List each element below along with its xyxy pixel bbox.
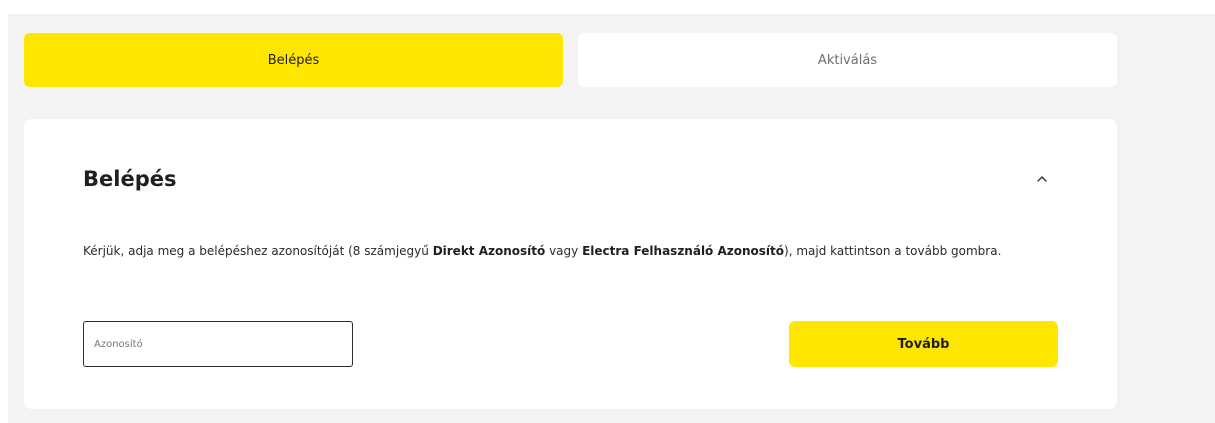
tab-login-label: Belépés <box>267 52 320 68</box>
instructions-text-1: Kérjük, adja meg a belépéshez azonosítój… <box>83 244 433 258</box>
instructions-text-3: ), majd kattintson a tovább gombra. <box>784 244 1002 258</box>
login-instructions: Kérjük, adja meg a belépéshez azonosítój… <box>83 240 1013 262</box>
tab-activation-label: Aktiválás <box>817 52 878 68</box>
instructions-electra-id: Electra Felhasználó Azonosító <box>582 244 785 258</box>
tab-activation[interactable]: Aktiválás <box>578 33 1117 87</box>
chevron-up-icon[interactable] <box>1033 171 1051 185</box>
instructions-text-2: vagy <box>545 244 583 258</box>
card-title: Belépés <box>83 167 177 191</box>
id-input[interactable] <box>84 322 352 366</box>
chevron-up-icon-graphic <box>1037 176 1047 182</box>
instructions-direct-id: Direkt Azonosító <box>432 244 546 258</box>
login-tabs: Belépés Aktiválás <box>24 33 1117 87</box>
next-button[interactable]: Tovább <box>789 321 1058 367</box>
id-field-wrapper <box>83 321 353 367</box>
tab-login[interactable]: Belépés <box>24 33 563 87</box>
login-card: Belépés Kérjük, adja meg a belépéshez az… <box>24 119 1117 409</box>
